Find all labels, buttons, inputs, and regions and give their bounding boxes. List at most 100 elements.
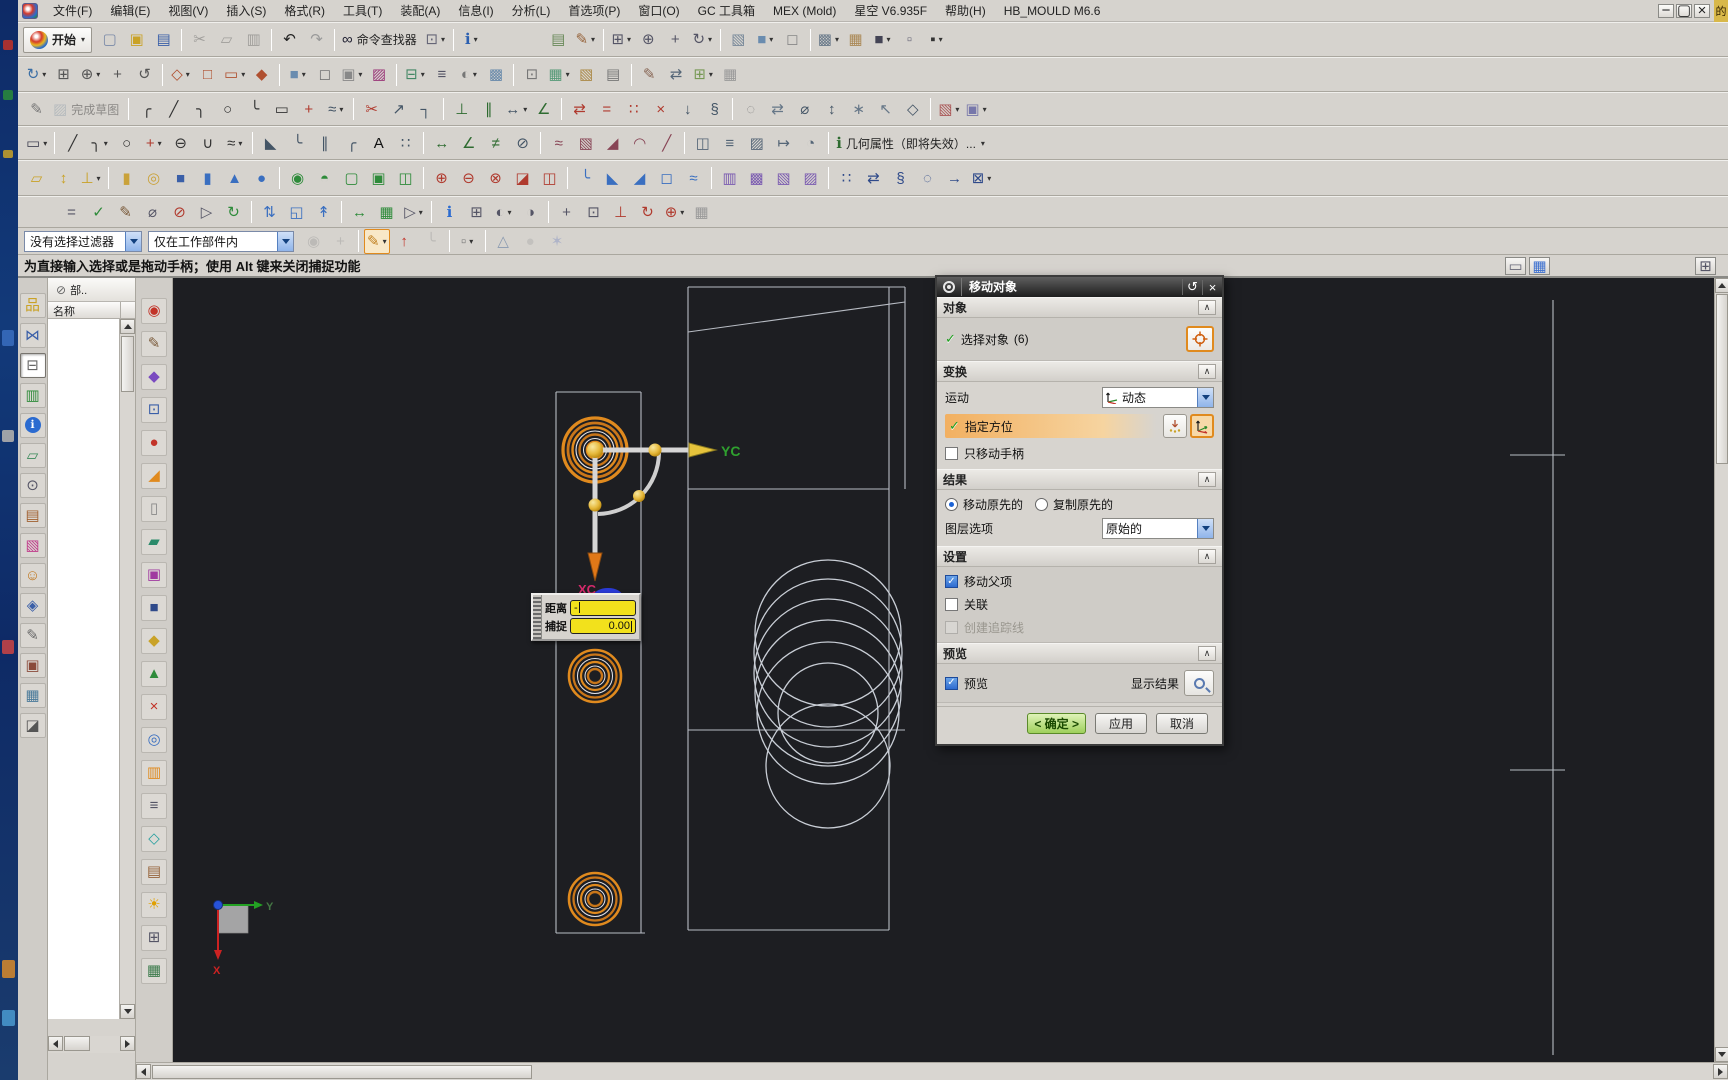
draft-button[interactable]: ◢ <box>627 166 652 191</box>
face-curvature-button[interactable]: ▨ <box>744 131 769 156</box>
sew-button[interactable]: ▩ <box>744 166 769 191</box>
undo-button[interactable]: ↶ <box>277 27 302 52</box>
boss-button[interactable]: ◓ <box>312 166 337 191</box>
save-button[interactable]: ▤ <box>151 27 176 52</box>
sketch-rectangle-button[interactable]: ▭ <box>269 97 294 122</box>
selection-scope-dropdown[interactable]: 仅在工作部件内 <box>148 230 294 252</box>
scroll-thumb[interactable] <box>152 1064 532 1079</box>
cut-button[interactable]: ✂ <box>187 27 212 52</box>
system-materials-tab[interactable]: ◈ <box>19 592 46 618</box>
menu-view[interactable]: 视图(V) <box>159 0 217 21</box>
pattern-tool-button[interactable]: ∷ <box>393 131 418 156</box>
edge-blend-button[interactable]: ╰ <box>573 166 598 191</box>
show-and-hide-button[interactable]: ◐ ▾ <box>491 200 516 225</box>
offset-curve-button[interactable]: = <box>594 97 619 122</box>
menu-mex-mold[interactable]: MEX (Mold) <box>764 2 845 20</box>
spreadsheet-button[interactable]: ▦ <box>374 200 399 225</box>
menu-insert[interactable]: 插入(S) <box>217 0 275 21</box>
rotate-handle-arc[interactable] <box>597 452 661 516</box>
template-tab[interactable]: ▦ <box>19 682 46 708</box>
preview-checkbox[interactable]: ✓ <box>945 676 958 690</box>
dropdown-arrow-icon[interactable] <box>125 231 141 251</box>
section-object[interactable]: 对象 ∧ <box>937 297 1222 318</box>
section-result[interactable]: 结果 ∧ <box>937 469 1222 490</box>
roles-tab[interactable]: ▧ <box>19 532 46 558</box>
display-window-button[interactable]: ⊡ ▾ <box>423 27 448 52</box>
information-button[interactable]: ℹ ▾ <box>459 27 484 52</box>
render-style-button[interactable]: ▩ ▾ <box>816 27 841 52</box>
continuous-autodim-button[interactable]: ↕ <box>819 97 844 122</box>
apply-button[interactable]: 应用 <box>1095 713 1147 734</box>
rotate-button[interactable]: ↻ ▾ <box>690 27 715 52</box>
geometric-properties-expiring-button[interactable]: ℹ 几何属性（即将失效）... ▾ <box>834 131 987 156</box>
point-tool-button[interactable]: + ▾ <box>141 131 166 156</box>
side-layers-button[interactable]: ▦ <box>141 957 167 984</box>
datum-plane-button[interactable]: ▱ <box>24 166 49 191</box>
side-disc-button[interactable]: ◎ <box>141 726 167 753</box>
annotate-button[interactable]: ✎ ▾ <box>573 27 598 52</box>
start-button[interactable]: 开始 ▾ <box>23 26 93 53</box>
patch-button[interactable]: ▧ <box>771 166 796 191</box>
menu-information[interactable]: 信息(I) <box>449 0 502 21</box>
xc-arrow-icon[interactable] <box>587 552 603 582</box>
grid-display-button[interactable]: ▦ <box>718 62 743 87</box>
view-operation-button[interactable]: + <box>554 200 579 225</box>
part-navigator-hscrollbar[interactable] <box>48 1036 135 1053</box>
scene-pyramid-button[interactable]: △ <box>491 229 516 254</box>
column-splitter[interactable] <box>121 302 135 318</box>
snap-hand-button[interactable]: + <box>328 229 353 254</box>
update-model-button[interactable]: ↻ <box>221 200 246 225</box>
reattach-button[interactable]: ↖ <box>873 97 898 122</box>
history-tab[interactable]: ▱ <box>19 442 46 468</box>
view-window-button[interactable]: ▦ <box>1529 257 1550 275</box>
curve-rule-button[interactable]: ╰ <box>419 229 444 254</box>
orange-coil-middle[interactable] <box>567 648 623 704</box>
menu-edit[interactable]: 编辑(E) <box>101 0 159 21</box>
rectangle-tool-button[interactable]: ▭ ▾ <box>24 131 49 156</box>
sketch-line-button[interactable]: ╱ <box>161 97 186 122</box>
part-navigator-column-header[interactable]: 名称 <box>48 302 135 319</box>
edit-feature-button[interactable]: ✎ <box>113 200 138 225</box>
show-result-button[interactable] <box>1184 670 1214 696</box>
top-view-button[interactable]: ▭ ▾ <box>222 62 247 87</box>
chamfer-feature-button[interactable]: ◣ <box>600 166 625 191</box>
section-transform[interactable]: 变换 ∧ <box>937 361 1222 382</box>
section-analysis-button[interactable]: ⊘ <box>510 131 535 156</box>
mirror-feature-button[interactable]: ⇄ <box>861 166 886 191</box>
viewport-vscrollbar[interactable] <box>1714 278 1728 1062</box>
offset-tool-button[interactable]: ∥ <box>312 131 337 156</box>
sketch-profile-button[interactable]: ╭ <box>134 97 159 122</box>
specify-orientation-row[interactable]: ✓ 指定方位 <box>945 414 1156 438</box>
orient-wcs-button[interactable]: ⊥ <box>608 200 633 225</box>
mirror-curve-button[interactable]: ⇄ <box>567 97 592 122</box>
yc-handle-ball[interactable] <box>648 443 662 457</box>
draft-analysis-button[interactable]: ◢ <box>600 131 625 156</box>
paste-button[interactable]: ▥ <box>241 27 266 52</box>
fit-window-button[interactable]: ⊡ <box>581 200 606 225</box>
side-sphere-button[interactable]: ● <box>141 429 167 456</box>
offset-surface-button[interactable]: ▨ <box>798 166 823 191</box>
onscreen-input-box[interactable]: 距离 - 捕捉 0.00 <box>531 593 641 641</box>
studio-view-button[interactable]: ▣ ▾ <box>339 62 364 87</box>
copy-original-radio[interactable] <box>1035 498 1049 511</box>
playback-button[interactable]: ▷ <box>194 200 219 225</box>
view-grid-button[interactable]: ⊞ <box>1695 257 1716 275</box>
snapshot-button[interactable]: ⊡ <box>519 62 544 87</box>
assembly-navigator-tab[interactable]: 品 <box>19 292 46 318</box>
block-button[interactable]: ■ <box>168 166 193 191</box>
side-hatch-button[interactable]: ▥ <box>141 759 167 786</box>
split-body-button[interactable]: ◫ <box>537 166 562 191</box>
scroll-right-button[interactable] <box>1713 1064 1728 1079</box>
reflect-analysis-button[interactable]: ▧ <box>573 131 598 156</box>
move-rotate-button[interactable]: ⇄ <box>664 62 689 87</box>
part-check-button[interactable]: ✓ <box>86 200 111 225</box>
point-dialog-button[interactable] <box>1163 414 1187 438</box>
sketch-circle-button[interactable]: ○ <box>215 97 240 122</box>
dropdown-arrow-icon[interactable] <box>1197 519 1213 538</box>
datum-csys-button[interactable]: ⊥ ▾ <box>78 166 103 191</box>
move-handles-only-checkbox[interactable]: ✓ <box>945 447 958 460</box>
curve-analysis-button[interactable]: ≈ <box>546 131 571 156</box>
chamfer-tool-button[interactable]: ◣ <box>258 131 283 156</box>
text-tool-button[interactable]: A <box>366 131 391 156</box>
side-close-button[interactable]: × <box>141 693 167 720</box>
